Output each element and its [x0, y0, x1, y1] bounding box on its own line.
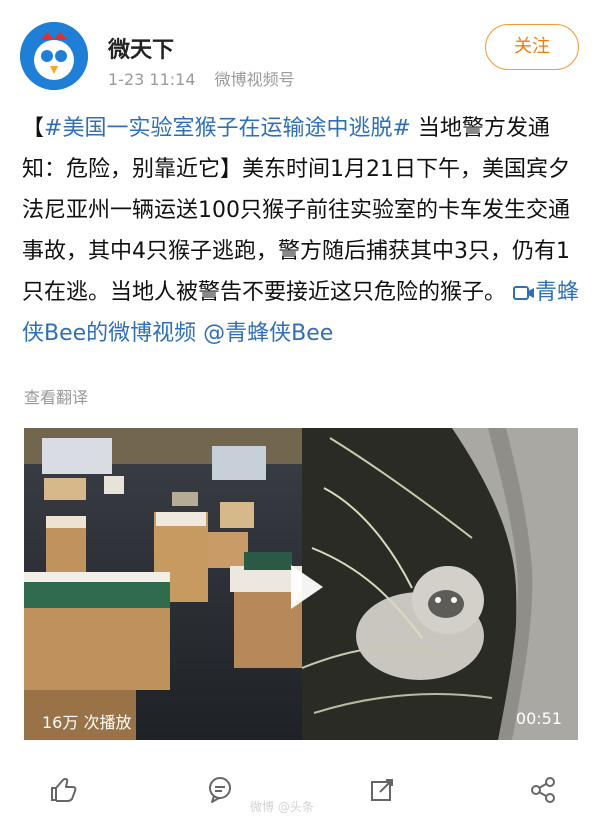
forward-button[interactable] [362, 770, 402, 810]
forward-icon [371, 779, 393, 801]
share-icon [531, 777, 555, 803]
post-header: v 微天下 1-23 11:14 微博视频号 关注 [0, 0, 600, 100]
username[interactable]: 微天下 [108, 32, 174, 64]
monkey-in-tree-image [301, 428, 578, 740]
play-count: 16万 次播放 [42, 713, 132, 732]
accident-scene-image [24, 428, 302, 740]
like-button[interactable] [42, 770, 82, 810]
watermark: 微博 @头条 [250, 800, 314, 814]
video-duration: 00:51 [515, 709, 562, 728]
hashtag-link[interactable]: #美国一实验室猴子在运输途中逃脱# [44, 116, 411, 141]
post-source: 微博视频号 [214, 70, 295, 89]
follow-button[interactable]: 关注 [485, 24, 579, 70]
avatar-logo-icon [20, 22, 88, 90]
post-body: 当地警方发通知：危险，别靠近它】美东时间1月21日下午，美国宾夕法尼亚州一辆运送… [22, 116, 570, 305]
avatar[interactable]: v [20, 22, 88, 90]
translate-button[interactable]: 查看翻译 [24, 384, 88, 408]
video-player[interactable]: 16万 次播放 00:51 [24, 428, 578, 740]
video-frame-right [301, 428, 578, 740]
share-button[interactable] [522, 770, 562, 810]
video-frame-left [24, 428, 302, 740]
video-icon [513, 286, 535, 300]
play-icon[interactable] [291, 565, 323, 609]
comment-button[interactable] [200, 770, 240, 810]
post-time: 1-23 11:14 [108, 70, 196, 89]
mention-link[interactable]: @青蜂侠Bee [203, 321, 333, 346]
comment-icon [209, 777, 231, 803]
bracket-prefix: 【 [22, 116, 45, 141]
thumb-up-icon [51, 777, 77, 802]
post-text: 【#美国一实验室猴子在运输途中逃脱# 当地警方发通知：危险，别靠近它】美东时间1… [22, 108, 582, 354]
post-meta: 1-23 11:14 微博视频号 [108, 66, 309, 90]
